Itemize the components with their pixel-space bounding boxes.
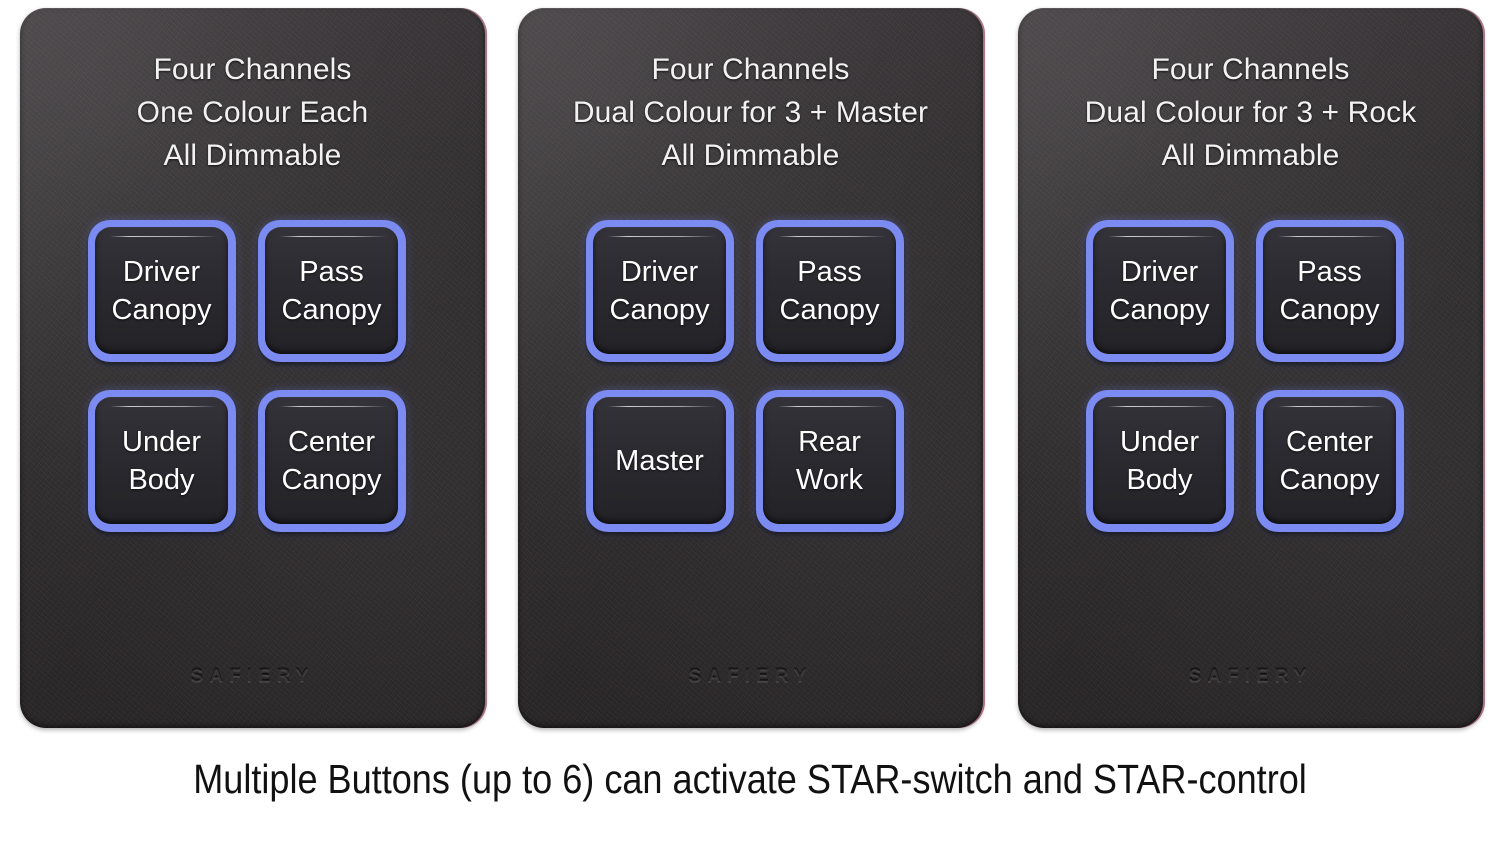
- button-label-line-2: Canopy: [1279, 293, 1380, 326]
- button-grid: Driver Canopy Pass Canopy Under Body Cen…: [88, 220, 428, 532]
- screenshot-root: Four Channels One Colour Each All Dimmab…: [0, 0, 1500, 854]
- button-label-line-2: Canopy: [609, 293, 710, 326]
- panel-header-line-3: All Dimmable: [661, 139, 840, 172]
- button-grid: Driver Canopy Pass Canopy Under Body Cen…: [1086, 220, 1426, 532]
- button-face: Pass Canopy: [265, 227, 398, 354]
- button-master[interactable]: Master: [586, 390, 734, 532]
- panel-header: Four Channels Dual Colour for 3 + Master…: [526, 48, 975, 177]
- button-label-line-2: Canopy: [1109, 293, 1210, 326]
- brand-logo: SAFIERY: [688, 666, 813, 687]
- button-driver-canopy[interactable]: Driver Canopy: [1086, 220, 1234, 362]
- button-label-line-2: Body: [128, 463, 195, 496]
- button-label-line-2: Work: [795, 463, 864, 496]
- button-center-canopy[interactable]: Center Canopy: [258, 390, 406, 532]
- brand-logo: SAFIERY: [1188, 666, 1313, 687]
- switch-panel-group: Four Channels One Colour Each All Dimmab…: [0, 0, 1500, 740]
- button-face: Under Body: [95, 397, 228, 524]
- button-label-line-1: Center: [287, 425, 376, 458]
- button-label-line-1: Center: [1285, 425, 1374, 458]
- button-face: Center Canopy: [1263, 397, 1396, 524]
- switch-panel-one-colour-each: Four Channels One Colour Each All Dimmab…: [20, 8, 485, 728]
- button-face: Driver Canopy: [593, 227, 726, 354]
- panel-header-line-2: Dual Colour for 3 + Master: [572, 96, 929, 129]
- switch-panel-dual-colour-rock: Four Channels Dual Colour for 3 + Rock A…: [1018, 8, 1483, 728]
- button-face: Pass Canopy: [763, 227, 896, 354]
- button-pass-canopy[interactable]: Pass Canopy: [1256, 220, 1404, 362]
- button-under-body[interactable]: Under Body: [1086, 390, 1234, 532]
- button-center-canopy[interactable]: Center Canopy: [1256, 390, 1404, 532]
- button-label-line-1: Under: [1120, 425, 1199, 458]
- panel-header-line-1: Four Channels: [153, 53, 352, 86]
- panel-header-line-1: Four Channels: [651, 53, 850, 86]
- button-label-line-2: Canopy: [111, 293, 212, 326]
- panel-header-line-3: All Dimmable: [1161, 139, 1340, 172]
- button-face: Center Canopy: [265, 397, 398, 524]
- button-face: Under Body: [1093, 397, 1226, 524]
- button-label-line-1: Under: [122, 425, 201, 458]
- panel-header: Four Channels Dual Colour for 3 + Rock A…: [1026, 48, 1475, 177]
- button-label-line-1: Pass: [1297, 255, 1362, 288]
- button-label-line-1: Rear: [798, 425, 861, 458]
- panel-header-line-2: One Colour Each: [136, 96, 369, 129]
- button-face: Rear Work: [763, 397, 896, 524]
- button-label-line-1: Driver: [620, 255, 699, 288]
- button-label-line-2: Canopy: [281, 463, 382, 496]
- button-pass-canopy[interactable]: Pass Canopy: [756, 220, 904, 362]
- panel-header-line-1: Four Channels: [1151, 53, 1350, 86]
- button-label-line-1: Driver: [122, 255, 201, 288]
- button-face: Driver Canopy: [1093, 227, 1226, 354]
- panel-header-line-3: All Dimmable: [163, 139, 342, 172]
- button-driver-canopy[interactable]: Driver Canopy: [586, 220, 734, 362]
- button-label-line-1: Master: [615, 444, 704, 477]
- brand-logo: SAFIERY: [190, 666, 315, 687]
- button-rear-work[interactable]: Rear Work: [756, 390, 904, 532]
- button-label-line-1: Pass: [797, 255, 862, 288]
- panel-header-line-2: Dual Colour for 3 + Rock: [1084, 96, 1417, 129]
- button-face: Master: [593, 397, 726, 524]
- button-pass-canopy[interactable]: Pass Canopy: [258, 220, 406, 362]
- button-grid: Driver Canopy Pass Canopy Master Rear Wo…: [586, 220, 926, 532]
- panel-header: Four Channels One Colour Each All Dimmab…: [28, 48, 477, 177]
- button-label-line-1: Driver: [1120, 255, 1199, 288]
- button-under-body[interactable]: Under Body: [88, 390, 236, 532]
- button-face: Pass Canopy: [1263, 227, 1396, 354]
- button-driver-canopy[interactable]: Driver Canopy: [88, 220, 236, 362]
- button-label-line-1: Pass: [299, 255, 364, 288]
- button-label-line-2: Canopy: [281, 293, 382, 326]
- button-label-line-2: Canopy: [1279, 463, 1380, 496]
- button-face: Driver Canopy: [95, 227, 228, 354]
- button-label-line-2: Body: [1126, 463, 1193, 496]
- figure-caption: Multiple Buttons (up to 6) can activate …: [193, 756, 1307, 802]
- switch-panel-dual-colour-master: Four Channels Dual Colour for 3 + Master…: [518, 8, 983, 728]
- button-label-line-2: Canopy: [779, 293, 880, 326]
